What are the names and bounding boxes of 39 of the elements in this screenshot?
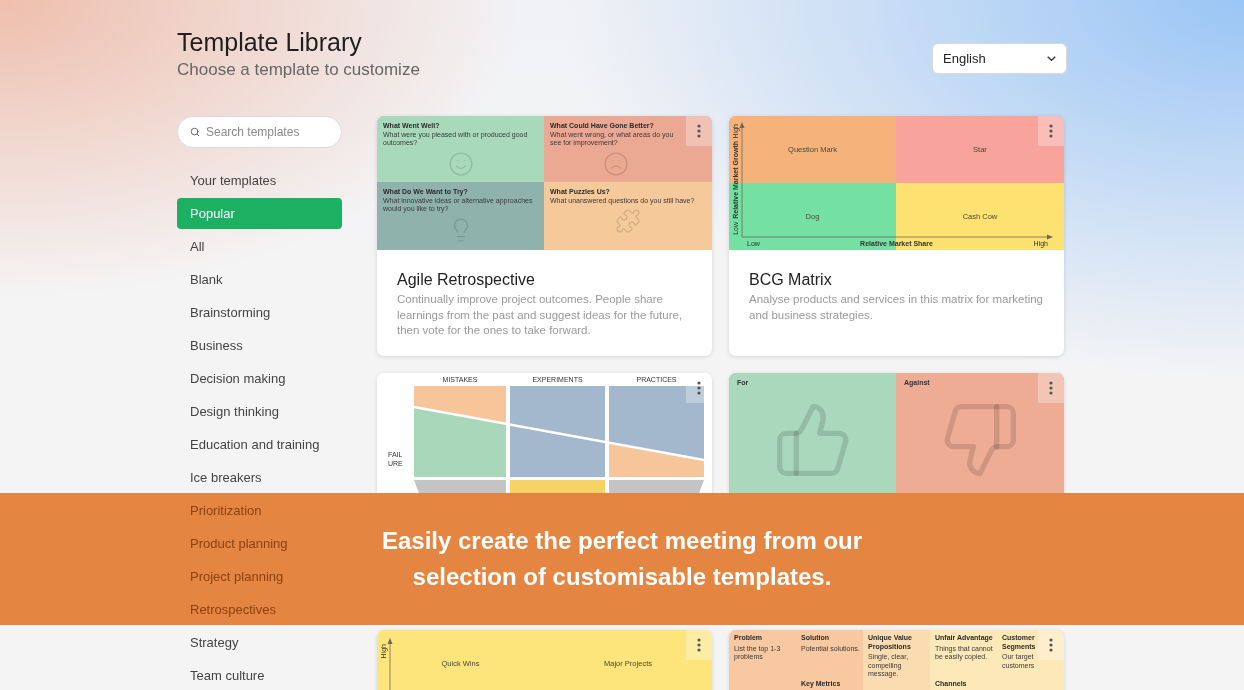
search-field[interactable]: Search templates [177,116,342,148]
search-icon [190,127,200,137]
card-description: Continually improve project outcomes. People share learnings from the past and suggest ideas for the future, then vote for the ones to take forward. [397,292,684,338]
category-item[interactable]: Blank [177,264,342,295]
more-icon [697,638,701,652]
banner-text: Easily create the perfect meeting from our selection of customisable templates. [380,526,864,592]
more-icon [697,124,701,138]
language-select[interactable]: English [932,43,1067,74]
card-description: Analyse products and services in this matrix for marketing and business strategies. [749,292,1044,323]
more-icon [697,381,701,395]
category-item[interactable]: Team culture [177,660,342,690]
template-card[interactable] [377,116,712,356]
page-subtitle: Choose a template to customize [177,59,420,81]
page-title: Template Library [177,27,362,57]
card-title: BCG Matrix [749,270,833,290]
more-options-button[interactable] [1038,630,1064,660]
more-options-button[interactable] [1038,373,1064,403]
category-item[interactable]: Your templates [177,165,342,196]
puzzle-icon [615,208,641,234]
more-icon [1049,638,1053,652]
more-options-button[interactable] [686,116,712,146]
frown-icon [603,150,629,177]
more-options-button[interactable] [1038,116,1064,146]
more-icon [1049,124,1053,138]
category-item[interactable]: Decision making [177,363,342,394]
category-item[interactable]: Strategy [177,627,342,658]
category-item[interactable]: All [177,231,342,262]
card-title: Agile Retrospective [397,270,536,290]
category-item[interactable]: Education and training [177,429,342,460]
vertical-axis-arrow [387,638,393,690]
chevron-down-icon [1047,56,1056,61]
more-icon [1049,381,1053,395]
category-item[interactable]: Business [177,330,342,361]
category-item[interactable]: Ice breakers [177,462,342,493]
more-options-button[interactable] [686,373,712,403]
more-options-button[interactable] [686,630,712,660]
smiley-icon [447,150,474,177]
category-item[interactable]: Design thinking [177,396,342,427]
category-item[interactable]: Brainstorming [177,297,342,328]
